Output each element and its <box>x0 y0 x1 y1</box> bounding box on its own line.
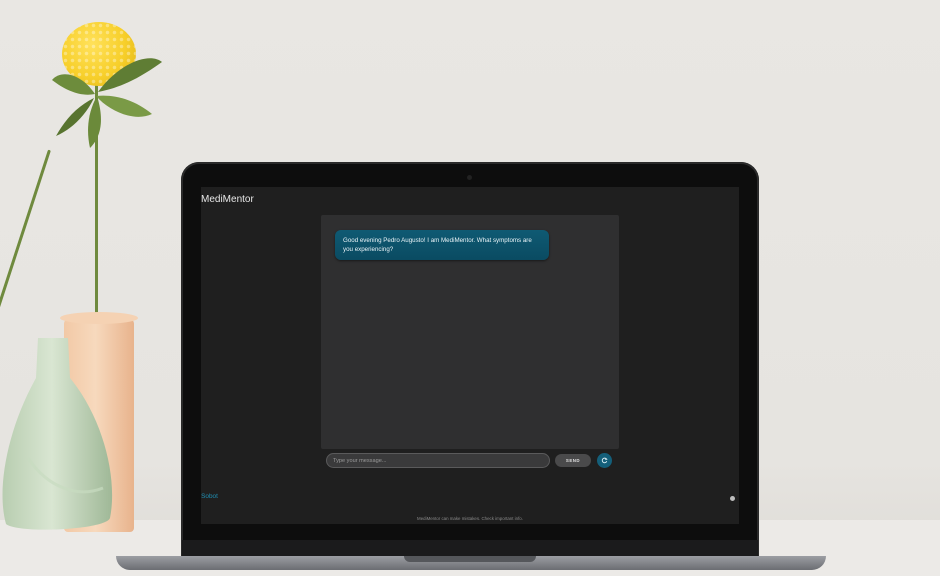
reset-button[interactable] <box>597 453 612 468</box>
laptop-hinge-notch <box>404 556 536 562</box>
laptop-bezel <box>182 540 758 556</box>
composer-row: SEND <box>326 453 616 469</box>
back-link-label: Sobot <box>201 493 218 500</box>
laptop-screen: MediMentor Good evening Pedro Augusto! I… <box>201 187 739 524</box>
back-link[interactable]: ‹Sobot <box>201 493 218 500</box>
green-vase <box>2 338 113 530</box>
app-title: MediMentor <box>201 194 254 205</box>
leaf-cluster <box>52 58 162 148</box>
flower-stem-curved <box>0 149 51 341</box>
bot-message-bubble: Good evening Pedro Augusto! I am MediMen… <box>335 230 549 260</box>
refresh-icon <box>601 457 608 464</box>
chat-panel[interactable]: Good evening Pedro Augusto! I am MediMen… <box>321 215 619 449</box>
send-button[interactable]: SEND <box>555 454 591 467</box>
status-dot[interactable] <box>730 496 735 501</box>
webcam <box>467 175 472 180</box>
message-input[interactable] <box>326 453 550 468</box>
disclaimer-text: MediMentor can make mistakes. Check impo… <box>417 516 523 521</box>
